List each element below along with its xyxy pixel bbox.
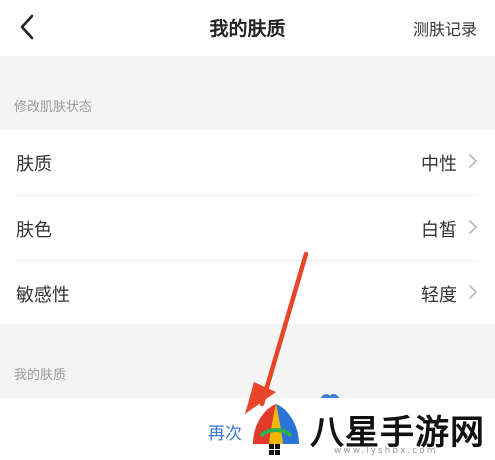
list-item-label: 肤质 — [16, 154, 52, 175]
list-item-skin-type[interactable]: 肤质 中性 — [0, 130, 495, 194]
list-item-label: 肤色 — [16, 220, 52, 241]
list-item-sensitivity[interactable]: 敏感性 轻度 — [0, 261, 495, 325]
list-item-skin-color[interactable]: 肤色 白皙 — [0, 196, 495, 260]
list-item-value: 轻度 — [421, 285, 457, 306]
header-bar: 我的肤质 测肤记录 — [0, 0, 495, 56]
chevron-right-icon — [469, 154, 477, 168]
watermark-logo-icon — [253, 404, 299, 455]
watermark-url: www.lyshbx.com — [334, 446, 438, 456]
list-item-value: 中性 — [421, 154, 457, 175]
skin-attributes-list: 肤质 中性 肤色 白皙 敏感性 轻度 — [0, 130, 495, 324]
my-skin-section-label: 我的肤质 — [14, 368, 67, 383]
modify-skin-section-label: 修改肌肤状态 — [14, 100, 93, 115]
list-item-label: 敏感性 — [16, 285, 70, 306]
chevron-right-icon — [469, 220, 477, 234]
skin-record-link[interactable]: 测肤记录 — [413, 16, 477, 40]
retest-button[interactable]: 再次 — [208, 419, 242, 444]
chevron-right-icon — [469, 285, 477, 299]
list-item-value: 白皙 — [421, 220, 457, 241]
